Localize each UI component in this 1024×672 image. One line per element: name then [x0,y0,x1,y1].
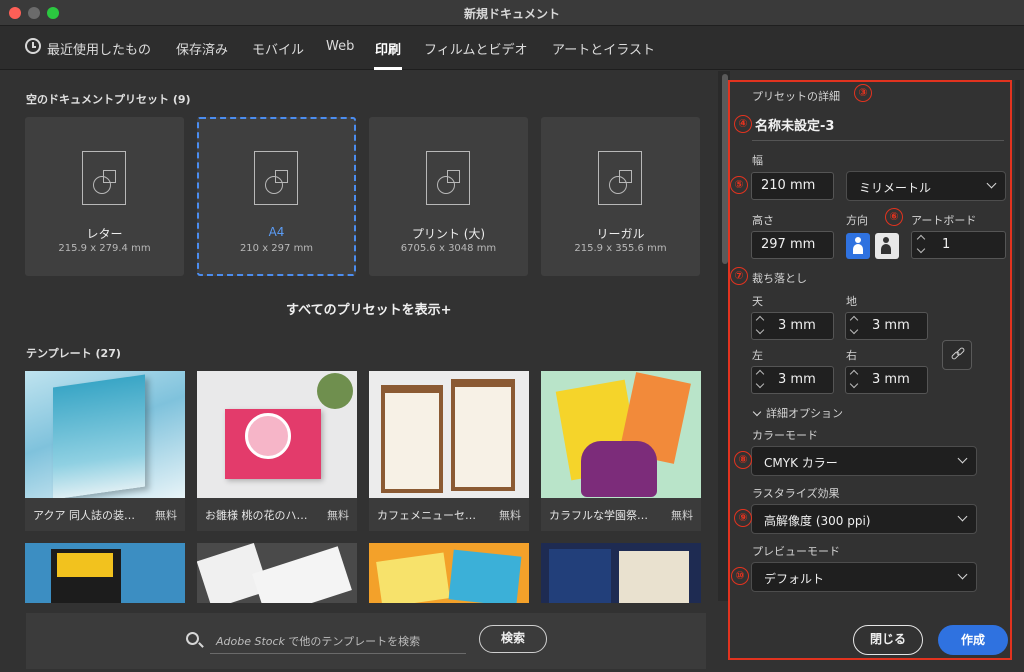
template-card-row2-3[interactable] [369,543,529,603]
annotation-7: ⑦ [730,267,748,285]
tab-art-illustration[interactable]: アートとイラスト [552,39,655,58]
template-name: カフェメニューセ… [377,509,476,522]
template-price: 無料 [499,509,521,522]
preset-card-legal[interactable]: リーガル 215.9 x 355.6 mm [541,117,700,276]
tab-web[interactable]: Web [326,39,354,54]
titlebar: 新規ドキュメント [0,0,1024,26]
active-tab-indicator [374,67,402,70]
template-card-hinamatsuri[interactable]: お雛様 桃の花のハ… 無料 [197,371,357,531]
template-card-school-festival[interactable]: カラフルな学園祭… 無料 [541,371,701,531]
template-price: 無料 [671,509,693,522]
document-icon [254,151,298,205]
annotation-outline [728,80,1012,660]
template-card-row2-1[interactable] [25,543,185,603]
template-card-aqua[interactable]: アクア 同人誌の装… 無料 [25,371,185,531]
details-scrollbar[interactable] [1015,80,1020,600]
annotation-3: ③ [854,84,872,102]
search-button[interactable]: 検索 [479,625,547,653]
template-thumbnail [541,371,701,498]
tab-film-video[interactable]: フィルムとビデオ [424,39,527,58]
clock-icon [25,38,41,54]
template-thumbnail [369,371,529,498]
window-title: 新規ドキュメント [463,7,560,21]
search-input-underline [210,653,466,654]
annotation-5: ⑤ [730,176,748,194]
show-all-presets-link[interactable]: すべてのプリセットを表示+ [286,299,451,318]
document-icon [82,151,126,205]
search-icon [186,632,199,645]
annotation-10: ⑩ [731,567,749,585]
category-tabs: 最近使用したもの 保存済み モバイル Web 印刷 フィルムとビデオ アートとイ… [0,26,1024,70]
tab-saved[interactable]: 保存済み [176,39,228,58]
template-name: お雛様 桃の花のハ… [205,509,308,522]
tab-mobile[interactable]: モバイル [252,39,304,58]
stock-search-bar: Adobe Stock で他のテンプレートを検索 検索 [26,613,706,669]
presets-heading: 空のドキュメントプリセット (9) [26,93,191,106]
template-price: 無料 [155,509,177,522]
template-thumbnail [25,371,185,500]
template-card-row2-2[interactable] [197,543,357,603]
annotation-9: ⑨ [734,509,752,527]
template-price: 無料 [327,509,349,522]
template-name: アクア 同人誌の装… [33,509,135,522]
document-icon [598,151,642,205]
template-card-cafe-menu[interactable]: カフェメニューセ… 無料 [369,371,529,531]
tab-print[interactable]: 印刷 [375,39,401,58]
document-icon [426,151,470,205]
templates-heading: テンプレート (27) [26,347,121,360]
preset-card-print-large[interactable]: プリント (大) 6705.6 x 3048 mm [369,117,528,276]
new-document-dialog: 新規ドキュメント 最近使用したもの 保存済み モバイル Web 印刷 フィルムと… [0,0,1024,672]
template-name: カラフルな学園祭… [549,509,648,522]
template-card-row2-4[interactable] [541,543,701,603]
annotation-6: ⑥ [885,208,903,226]
annotation-8: ⑧ [734,451,752,469]
template-thumbnail [197,371,357,498]
preset-card-a4[interactable]: A4 210 x 297 mm [197,117,356,276]
annotation-4: ④ [734,115,752,133]
search-input[interactable]: Adobe Stock で他のテンプレートを検索 [216,633,420,649]
tab-recent[interactable]: 最近使用したもの [47,39,151,58]
preset-card-letter[interactable]: レター 215.9 x 279.4 mm [25,117,184,276]
main-content: 空のドキュメントプリセット (9) レター 215.9 x 279.4 mm A… [0,71,712,672]
